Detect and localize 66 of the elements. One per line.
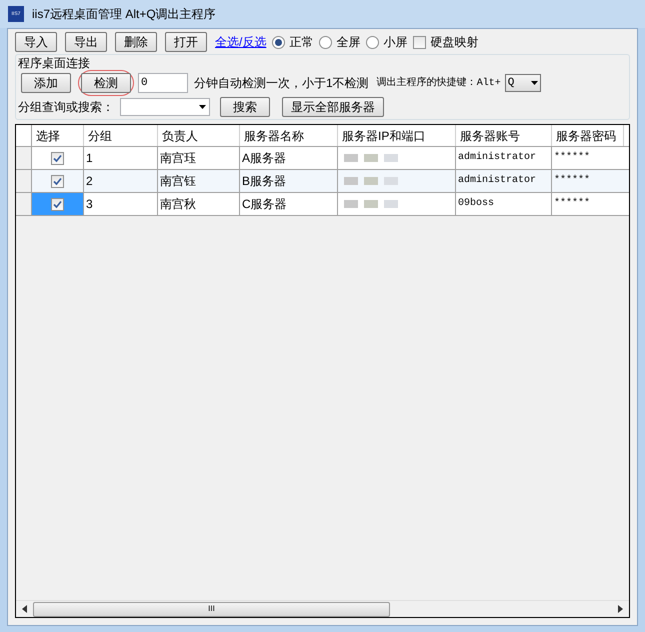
search-button[interactable]: 搜索 (220, 97, 270, 117)
radio-button[interactable] (319, 36, 332, 48)
checkmark-icon (53, 176, 62, 186)
radio-button[interactable] (272, 36, 286, 48)
table-cell: B服务器 (240, 170, 338, 192)
column-header[interactable]: 服务器账号 (456, 125, 552, 146)
toolbar-button[interactable]: 导入 (15, 32, 57, 52)
action-button[interactable]: 添加 (21, 73, 71, 93)
table-cell: 南宫珏 (158, 147, 240, 169)
row-header[interactable] (16, 170, 32, 192)
table-cell: C服务器 (240, 193, 338, 215)
interval-field[interactable]: 0 (138, 73, 188, 93)
checkbox[interactable] (413, 36, 426, 48)
caret-icon (199, 105, 206, 109)
table-cell: 09boss (456, 193, 552, 215)
window-title: iis7远程桌面管理 Alt+Q调出主程序 (32, 6, 216, 23)
row-header[interactable] (16, 147, 32, 169)
table-cell: 南宫钰 (158, 170, 240, 192)
checkbox[interactable] (51, 198, 64, 210)
column-header[interactable]: 服务器IP和端口 (338, 125, 456, 146)
table-cell: 1 (84, 147, 158, 169)
table-cell-text: ****** (553, 150, 592, 165)
interval-hint: 分钟自动检测一次，小于1不检测 (194, 75, 369, 92)
hotkey-dropdown[interactable]: Q (504, 74, 541, 92)
left-arrow-icon[interactable] (22, 605, 27, 613)
redacted-value (344, 200, 398, 208)
checkbox[interactable] (51, 174, 64, 188)
column-header[interactable]: 负责人 (158, 125, 240, 146)
toolbar-button[interactable]: 删除 (115, 32, 157, 52)
checkmark-icon (53, 154, 62, 162)
group-title: 程序桌面连接 (17, 55, 91, 71)
redacted-value (344, 154, 398, 162)
column-header[interactable]: 分组 (84, 125, 158, 146)
toolbar-button[interactable]: 导出 (65, 32, 107, 52)
table-cell: administrator (456, 170, 552, 192)
checkmark-icon (53, 200, 62, 208)
search-label: 分组查询或搜索： (18, 99, 114, 116)
table-cell: A服务器 (240, 147, 338, 169)
toolbar-button[interactable]: 打开 (165, 32, 207, 52)
hotkey-label: 调出主程序的快捷键：Alt+ (376, 76, 501, 90)
redacted-value (344, 177, 398, 185)
radio-button[interactable] (366, 36, 380, 48)
select-cell[interactable] (32, 193, 84, 215)
column-header[interactable]: 服务器密码 (552, 125, 624, 146)
table-cell-text: ****** (553, 196, 592, 211)
right-arrow-icon[interactable] (618, 605, 623, 613)
radio-label: 全屏 (336, 34, 360, 51)
table-cell: 3 (84, 193, 158, 215)
radio-label: 正常 (289, 34, 314, 51)
search-dropdown[interactable] (120, 98, 210, 116)
column-header[interactable]: 选择 (32, 125, 84, 146)
action-button[interactable]: 检测 (81, 73, 131, 93)
table-cell: 2 (84, 170, 158, 192)
column-header[interactable]: 服务器名称 (240, 125, 338, 146)
radio-label: 小屏 (383, 34, 408, 51)
row-header[interactable] (16, 193, 32, 215)
table-cell: administrator (456, 147, 552, 169)
scrollbar-thumb[interactable]: III (33, 602, 390, 616)
show-all-button[interactable]: 显示全部服务器 (282, 97, 384, 117)
caret-icon (530, 81, 538, 85)
horizontal-scrollbar[interactable]: III (16, 600, 629, 617)
table-cell: 南宫秋 (158, 193, 240, 215)
select-all-link[interactable]: 全选/反选 (215, 33, 266, 51)
checkbox[interactable] (51, 152, 64, 164)
checkbox-label: 硬盘映射 (430, 34, 478, 51)
table-cell-text: ****** (553, 174, 592, 188)
